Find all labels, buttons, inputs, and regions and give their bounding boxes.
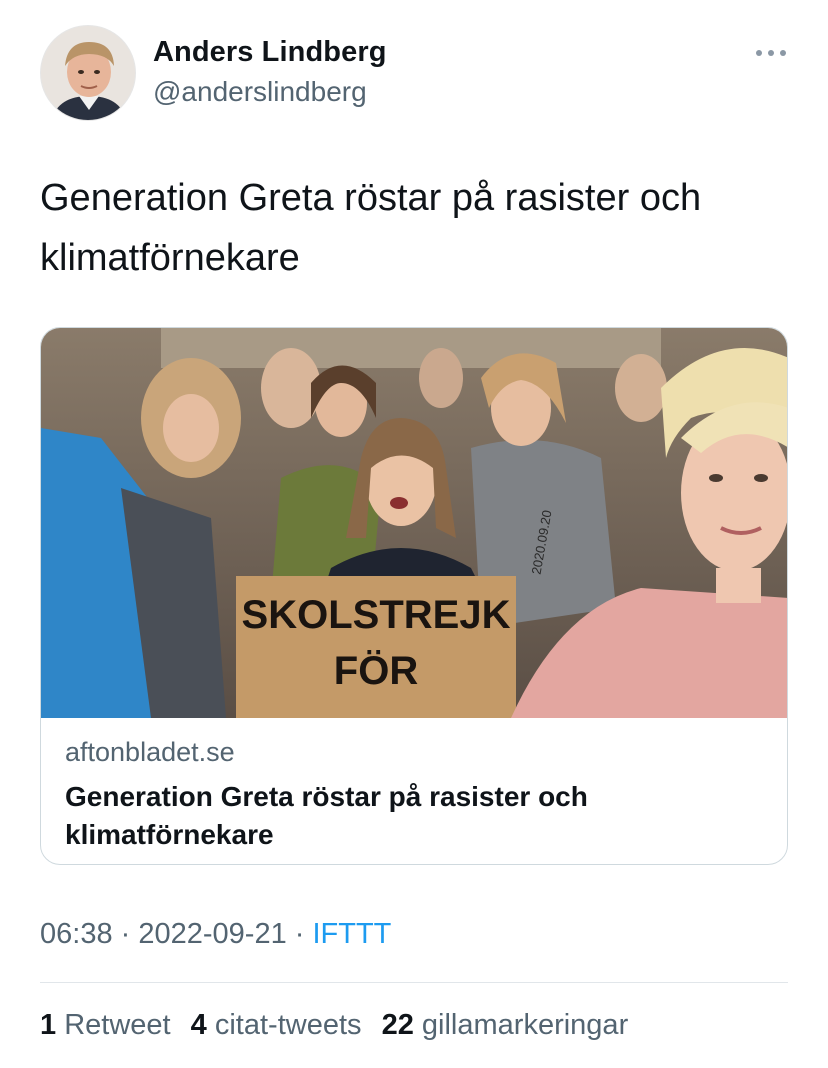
tweet-date[interactable]: 2022-09-21 (138, 918, 286, 950)
tweet-text: Generation Greta röstar på rasister och … (40, 177, 702, 279)
more-dot (768, 50, 774, 56)
retweets-label: Retweet (64, 1009, 171, 1041)
divider (40, 982, 788, 983)
likes-label: gillamarkeringar (421, 1009, 629, 1041)
tweet-metadata: 06:38 · 2022-09-21 · IFTTT (40, 918, 391, 951)
card-title: Generation Greta röstar på rasister och … (65, 781, 588, 850)
tweet-source-link[interactable]: IFTTT (312, 918, 391, 950)
more-dot (756, 50, 762, 56)
card-image: SKOLSTREJK FÖR 2020.09.20 (41, 328, 787, 718)
more-dot (780, 50, 786, 56)
likes-stat[interactable]: 22 gillamarkeringar (382, 1009, 629, 1041)
sign-text-line1: SKOLSTREJK (242, 593, 511, 637)
quotes-count: 4 (190, 1009, 207, 1041)
author-avatar[interactable] (40, 25, 136, 121)
likes-count: 22 (381, 1009, 414, 1041)
retweets-count: 1 (40, 1009, 57, 1041)
author-handle[interactable]: @anderslindberg (153, 76, 367, 108)
quotes-label: citat-tweets (214, 1009, 362, 1041)
author-display-name[interactable]: Anders Lindberg (153, 36, 387, 69)
tweet-detail: Anders Lindberg @anderslindberg Generati… (0, 0, 828, 1068)
quotes-stat[interactable]: 4 citat-tweets (191, 1009, 362, 1041)
card-domain: aftonbladet.se (65, 737, 235, 767)
link-card[interactable]: SKOLSTREJK FÖR 2020.09.20 aftonbladet.se… (40, 327, 788, 865)
more-options-icon[interactable] (752, 40, 790, 66)
meta-separator: · (112, 918, 139, 950)
sign-text-line2: FÖR (334, 648, 419, 693)
tweet-time[interactable]: 06:38 (40, 918, 113, 950)
retweets-stat[interactable]: 1 Retweet (40, 1009, 171, 1041)
meta-separator: · (286, 918, 313, 950)
tweet-stats: 1 Retweet 4 citat-tweets 22 gillamarkeri… (40, 1009, 640, 1042)
